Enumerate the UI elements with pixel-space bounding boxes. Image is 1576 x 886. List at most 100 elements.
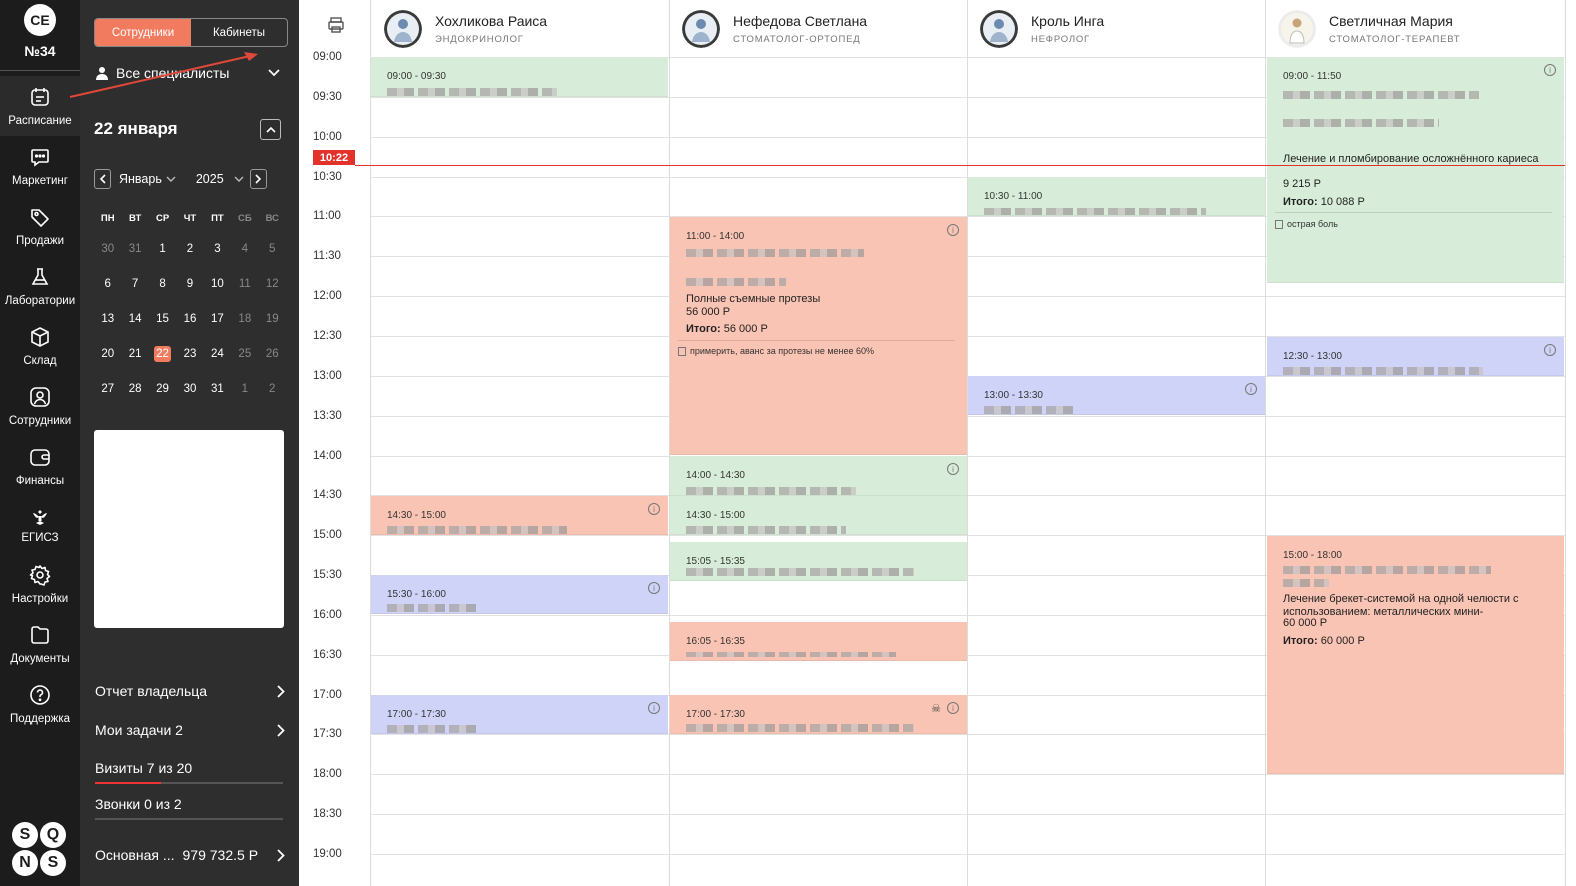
- nav-item-labs[interactable]: Лаборатории: [0, 256, 80, 316]
- appointment-card[interactable]: 11:00 - 14:00 i Полные съемные протезы 5…: [670, 217, 967, 455]
- calendar-day[interactable]: 8: [149, 278, 176, 290]
- my-tasks-link[interactable]: Мои задачи 2: [95, 719, 285, 741]
- calendar-day[interactable]: 4: [231, 243, 258, 255]
- calendar-day[interactable]: 7: [121, 278, 148, 290]
- appointment-card[interactable]: 16:05 - 16:35: [670, 622, 967, 661]
- tag-icon: [27, 204, 53, 230]
- mini-calendar: ПН ВТ СР ЧТ ПТ СБ ВС 30 31 1 2 3 4 5 6 7 8 9 10 11 12…: [94, 205, 286, 406]
- owner-report-link[interactable]: Отчет владельца: [95, 680, 285, 702]
- calendar-day[interactable]: 1: [149, 243, 176, 255]
- tab-employees[interactable]: Сотрудники: [95, 19, 191, 46]
- visits-link[interactable]: Визиты 7 из 20: [95, 757, 285, 779]
- info-icon[interactable]: i: [648, 503, 660, 515]
- calendar-day[interactable]: 15: [149, 313, 176, 325]
- calendar-day[interactable]: 16: [176, 313, 203, 325]
- info-icon[interactable]: i: [1245, 383, 1257, 395]
- appointment-card[interactable]: 14:30 - 15:00: [670, 496, 967, 535]
- patient-name-redacted: [686, 568, 914, 576]
- nav-item-marketing[interactable]: Маркетинг: [0, 136, 80, 196]
- info-icon[interactable]: i: [947, 702, 959, 714]
- doctor-avatar-icon: [384, 9, 422, 48]
- appointment-card[interactable]: 13:00 - 13:30 i: [968, 376, 1265, 415]
- doctor-role: НЕФРОЛОГ: [1031, 33, 1090, 45]
- appointment-card[interactable]: 09:00 - 09:30: [371, 57, 668, 97]
- time-label: 15:30: [313, 569, 342, 582]
- printer-icon[interactable]: [327, 16, 345, 34]
- calendar-day[interactable]: 3: [204, 243, 231, 255]
- tab-rooms[interactable]: Кабинеты: [191, 19, 287, 46]
- chat-icon: [27, 144, 53, 170]
- calendar-day[interactable]: 22: [149, 345, 176, 362]
- appointment-card[interactable]: 15:30 - 16:00 i: [371, 575, 668, 614]
- calendar-day[interactable]: 23: [176, 348, 203, 360]
- appointment-card[interactable]: 15:00 - 18:00 Лечение брекет-системой на…: [1267, 536, 1564, 774]
- calls-link[interactable]: Звонки 0 из 2: [95, 793, 285, 815]
- nav-item-support[interactable]: Поддержка: [0, 674, 80, 734]
- calendar-day[interactable]: 6: [94, 278, 121, 290]
- calendar-day[interactable]: 26: [259, 348, 286, 360]
- nav-item-settings[interactable]: Настройки: [0, 554, 80, 614]
- calendar-day[interactable]: 2: [259, 383, 286, 395]
- info-icon[interactable]: i: [648, 582, 660, 594]
- calendar-day[interactable]: 30: [176, 383, 203, 395]
- doctor-header[interactable]: Нефедова Светлана СТОМАТОЛОГ-ОРТОПЕД: [669, 0, 967, 57]
- nav-item-egisz[interactable]: ЕГИСЗ: [0, 496, 80, 556]
- month-select[interactable]: Январь: [119, 172, 162, 186]
- doctor-header[interactable]: Светличная Мария СТОМАТОЛОГ-ТЕРАПЕВТ: [1265, 0, 1565, 57]
- appointment-card[interactable]: 14:30 - 15:00 i: [371, 496, 668, 535]
- calendar-day[interactable]: 31: [204, 383, 231, 395]
- year-select[interactable]: 2025: [196, 172, 224, 186]
- appointment-card[interactable]: 15:05 - 15:35: [670, 542, 967, 581]
- nav-item-warehouse[interactable]: Склад: [0, 316, 80, 376]
- calendar-day[interactable]: 28: [121, 383, 148, 395]
- appointment-card[interactable]: 12:30 - 13:00 i: [1267, 337, 1564, 376]
- grid-column-line: [1265, 0, 1266, 886]
- calendar-day[interactable]: 20: [94, 348, 121, 360]
- appointment-card[interactable]: 14:00 - 14:30 i: [670, 456, 967, 496]
- nav-item-schedule[interactable]: Расписание: [0, 76, 80, 136]
- calendar-day[interactable]: 21: [121, 348, 148, 360]
- calendar-day[interactable]: 17: [204, 313, 231, 325]
- info-icon[interactable]: i: [947, 224, 959, 236]
- calendar-day[interactable]: 29: [149, 383, 176, 395]
- calendar-day[interactable]: 25: [231, 348, 258, 360]
- user-avatar[interactable]: СЕ: [24, 4, 56, 36]
- appointment-card[interactable]: 17:00 - 17:30 ☠ i: [670, 695, 967, 734]
- schedule-grid: 09:00 09:30 10:00 10:30 11:00 11:30 12:00 12:30…: [299, 0, 1576, 886]
- calendar-day[interactable]: 24: [204, 348, 231, 360]
- calendar-day[interactable]: 31: [121, 243, 148, 255]
- info-icon[interactable]: i: [1544, 64, 1556, 76]
- nav-item-sales[interactable]: Продажи: [0, 196, 80, 256]
- calendar-day[interactable]: 18: [231, 313, 258, 325]
- calendar-day[interactable]: 9: [176, 278, 203, 290]
- time-label: 11:00: [313, 210, 341, 223]
- next-month-button[interactable]: [249, 169, 267, 189]
- nav-item-documents[interactable]: Документы: [0, 614, 80, 674]
- calendar-day[interactable]: 11: [231, 278, 258, 290]
- calendar-day[interactable]: 27: [94, 383, 121, 395]
- info-icon[interactable]: i: [1544, 344, 1556, 356]
- calendar-day[interactable]: 1: [231, 383, 258, 395]
- specialists-select[interactable]: Все специалисты: [94, 62, 288, 84]
- prev-month-button[interactable]: [94, 169, 111, 189]
- calendar-day[interactable]: 30: [94, 243, 121, 255]
- nav-item-employees[interactable]: Сотрудники: [0, 376, 80, 436]
- calendar-day[interactable]: 12: [259, 278, 286, 290]
- collapse-calendar-button[interactable]: [260, 119, 281, 140]
- appointment-card[interactable]: 10:30 - 11:00: [968, 177, 1265, 216]
- appointment-card[interactable]: 17:00 - 17:30 i: [371, 695, 668, 734]
- calendar-day[interactable]: 19: [259, 313, 286, 325]
- calendar-day[interactable]: 5: [259, 243, 286, 255]
- calendar-day[interactable]: 10: [204, 278, 231, 290]
- calendar-day[interactable]: 2: [176, 243, 203, 255]
- calendar-day[interactable]: 13: [94, 313, 121, 325]
- calendar-day[interactable]: 14: [121, 313, 148, 325]
- doctor-header[interactable]: Кроль Инга НЕФРОЛОГ: [967, 0, 1265, 57]
- appointment-card[interactable]: 09:00 - 11:50 i Лечение и пломбирование …: [1267, 57, 1564, 283]
- nav-item-finance[interactable]: Финансы: [0, 436, 80, 496]
- doctor-header[interactable]: Хохликова Раиса ЭНДОКРИНОЛОГ: [371, 0, 669, 57]
- info-icon[interactable]: i: [947, 463, 959, 475]
- cashbox-link[interactable]: Основная ... 979 732.5 Р: [95, 844, 285, 866]
- weekday-label: ЧТ: [183, 212, 197, 224]
- info-icon[interactable]: i: [648, 702, 660, 714]
